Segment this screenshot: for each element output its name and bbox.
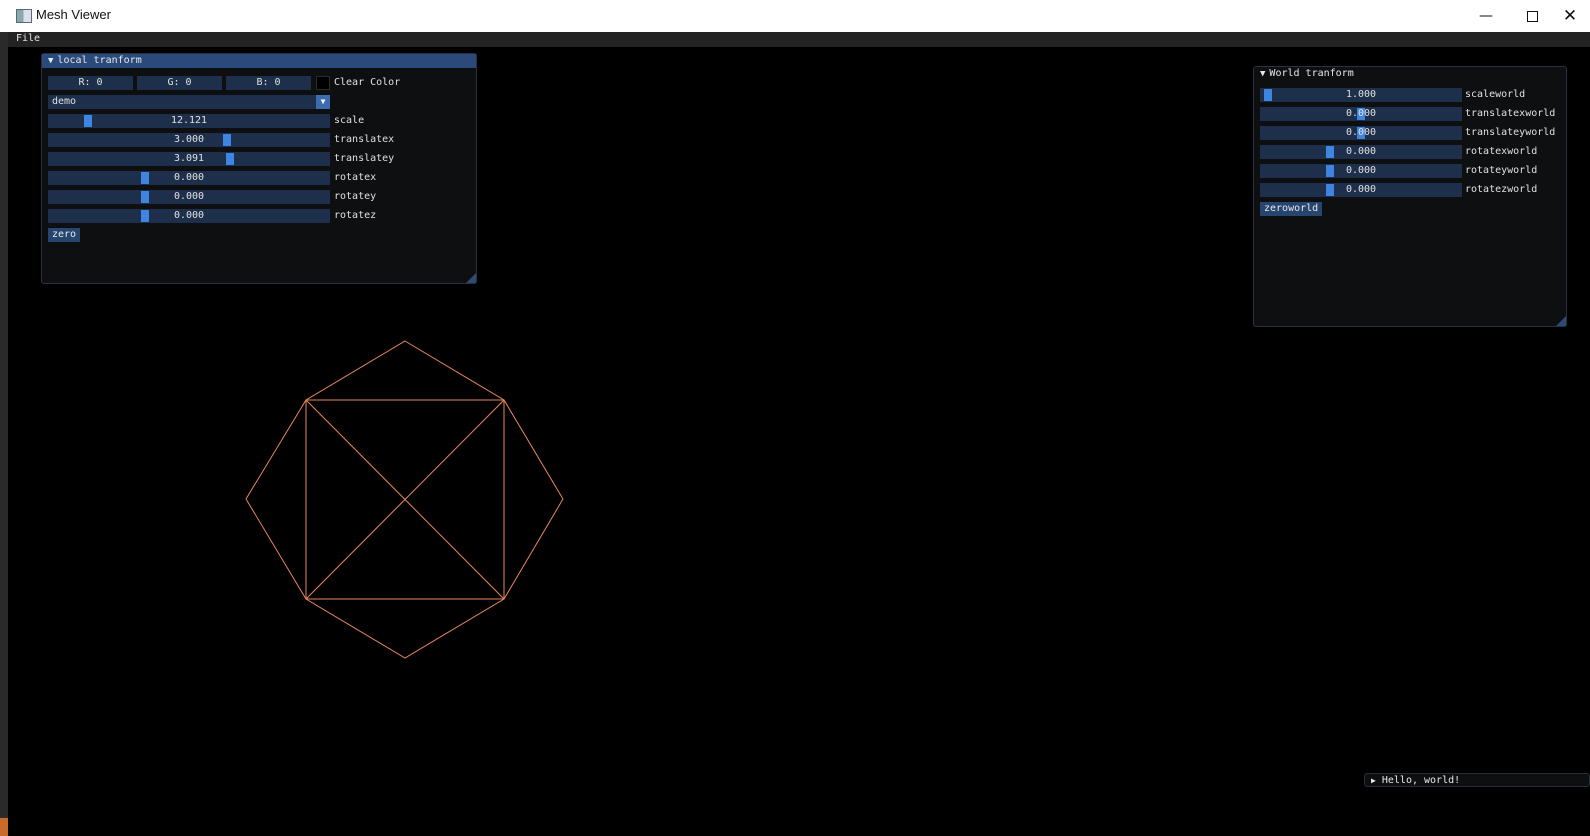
slider-label: rotatexworld (1465, 146, 1538, 157)
color-b-field[interactable]: B: 0 (226, 76, 311, 90)
rotatezworld-slider[interactable]: 0.000 (1260, 183, 1462, 197)
slider-grab-handle[interactable] (1264, 89, 1272, 101)
collapse-arrow-icon[interactable]: ▼ (1260, 69, 1265, 79)
rotatex-slider[interactable]: 0.000 (48, 171, 330, 185)
slider-grab-handle[interactable] (141, 172, 149, 184)
collapse-arrow-icon[interactable]: ▼ (48, 56, 53, 66)
window-left-edge (0, 32, 8, 836)
local-transform-panel[interactable]: ▼ local tranform R: 0 G: 0 B: 0 Clear Col… (41, 53, 477, 284)
color-swatch[interactable] (316, 76, 330, 90)
slider-value: 0.000 (1345, 108, 1377, 119)
chevron-down-icon[interactable]: ▼ (316, 95, 330, 109)
rotateyworld-slider[interactable]: 0.000 (1260, 164, 1462, 178)
window-title: Mesh Viewer (36, 7, 111, 22)
slider-row-translatey: 3.091 translatey (48, 152, 434, 166)
title-bar[interactable]: Mesh Viewer — ✕ (0, 0, 1590, 33)
rotatey-slider[interactable]: 0.000 (48, 190, 330, 204)
color-r-field[interactable]: R: 0 (48, 76, 133, 90)
slider-row-translatex: 3.000 translatex (48, 133, 434, 147)
slider-value: 0.000 (173, 191, 205, 202)
slider-value: 0.000 (1345, 127, 1377, 138)
translatexworld-slider[interactable]: 0.000 (1260, 107, 1462, 121)
slider-grab-handle[interactable] (1326, 165, 1334, 177)
slider-label: rotatey (334, 191, 377, 202)
taskbar-edge (0, 818, 8, 836)
mesh-combo-row: demo ▼ (48, 95, 468, 109)
slider-grab-handle[interactable] (223, 134, 231, 146)
slider-row-rotatezworld: 0.000 rotatezworld (1260, 183, 1565, 197)
slider-label: rotatex (334, 172, 377, 183)
slider-label: rotatez (334, 210, 377, 221)
expand-arrow-icon[interactable]: ▶ (1371, 776, 1376, 785)
app-window-icon (16, 9, 32, 23)
rotatez-slider[interactable]: 0.000 (48, 209, 330, 223)
slider-row-rotatex: 0.000 rotatex (48, 171, 434, 185)
world-transform-title[interactable]: ▼ World tranform (1254, 67, 1566, 81)
slider-row-rotatez: 0.000 rotatez (48, 209, 434, 223)
local-transform-title-text: local tranform (57, 55, 142, 66)
zero-button[interactable]: zero (48, 228, 81, 242)
slider-grab-handle[interactable] (226, 153, 234, 165)
hello-world-window[interactable]: ▶ Hello, world! (1364, 773, 1590, 787)
slider-value: 0.000 (1345, 184, 1377, 195)
translateyworld-slider[interactable]: 0.000 (1260, 126, 1462, 140)
minimize-icon[interactable]: — (1464, 2, 1508, 30)
slider-grab-handle[interactable] (1326, 184, 1334, 196)
slider-value: 0.000 (1345, 165, 1377, 176)
clear-color-label: Clear Color (334, 77, 401, 88)
slider-value: 3.000 (173, 134, 205, 145)
slider-label: rotatezworld (1465, 184, 1538, 195)
slider-value: 0.000 (1345, 146, 1377, 157)
zeroworld-button[interactable]: zeroworld (1260, 202, 1323, 216)
local-transform-title[interactable]: ▼ local tranform (42, 54, 476, 68)
scale-slider[interactable]: 12.121 (48, 114, 330, 128)
translatey-slider[interactable]: 3.091 (48, 152, 330, 166)
slider-row-translateyworld: 0.000 translateyworld (1260, 126, 1565, 140)
close-icon[interactable]: ✕ (1548, 2, 1590, 30)
menu-file[interactable]: File (16, 33, 40, 44)
slider-label: translatex (334, 134, 395, 145)
slider-row-scaleworld: 1.000 scaleworld (1260, 88, 1565, 102)
slider-label: scale (334, 115, 365, 126)
slider-row-rotatey: 0.000 rotatey (48, 190, 434, 204)
slider-value: 3.091 (173, 153, 205, 164)
slider-label: translatexworld (1465, 108, 1556, 119)
slider-label: translateyworld (1465, 127, 1556, 138)
mesh-combo[interactable]: demo (48, 95, 330, 109)
slider-value: 12.121 (170, 115, 208, 126)
slider-row-translatexworld: 0.000 translatexworld (1260, 107, 1565, 121)
world-transform-panel[interactable]: ▼ World tranform 1.000 scaleworld 0.000 tran… (1253, 66, 1567, 327)
slider-grab-handle[interactable] (1326, 146, 1334, 158)
rotatexworld-slider[interactable]: 0.000 (1260, 145, 1462, 159)
slider-value: 1.000 (1345, 89, 1377, 100)
slider-row-scale: 12.121 scale (48, 114, 434, 128)
clear-color-row: R: 0 G: 0 B: 0 Clear Color (48, 76, 468, 90)
slider-row-rotateyworld: 0.000 rotateyworld (1260, 164, 1565, 178)
slider-grab-handle[interactable] (141, 191, 149, 203)
slider-grab-handle[interactable] (141, 210, 149, 222)
slider-value: 0.000 (173, 210, 205, 221)
slider-label: rotateyworld (1465, 165, 1538, 176)
resize-grip-icon[interactable] (466, 273, 476, 283)
slider-label: scaleworld (1465, 89, 1526, 100)
slider-label: translatey (334, 153, 395, 164)
hello-world-title: Hello, world! (1381, 775, 1461, 786)
slider-row-rotatexworld: 0.000 rotatexworld (1260, 145, 1565, 159)
translatex-slider[interactable]: 3.000 (48, 133, 330, 147)
resize-grip-icon[interactable] (1556, 316, 1566, 326)
color-g-field[interactable]: G: 0 (137, 76, 222, 90)
slider-grab-handle[interactable] (84, 115, 92, 127)
world-transform-title-text: World tranform (1269, 68, 1354, 79)
menu-bar: File (8, 32, 1590, 47)
slider-value: 0.000 (173, 172, 205, 183)
scaleworld-slider[interactable]: 1.000 (1260, 88, 1462, 102)
